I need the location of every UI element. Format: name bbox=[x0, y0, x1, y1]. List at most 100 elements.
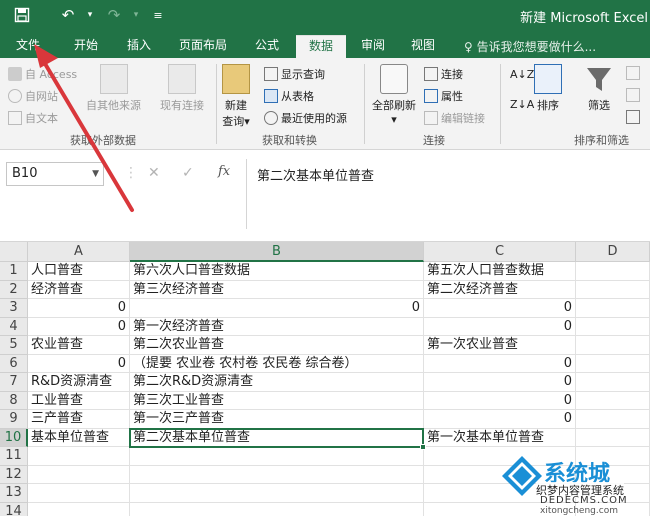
redo-icon[interactable]: ↷ bbox=[104, 5, 124, 25]
row-header[interactable]: 6 bbox=[0, 354, 28, 373]
table-cell[interactable]: 基本单位普查 bbox=[28, 428, 130, 447]
table-cell[interactable] bbox=[28, 465, 130, 484]
table-cell[interactable]: 经济普查 bbox=[28, 280, 130, 299]
table-cell[interactable]: 0 bbox=[424, 410, 576, 429]
row-header[interactable]: 5 bbox=[0, 336, 28, 355]
table-cell[interactable]: 人口普查 bbox=[28, 262, 130, 281]
save-icon[interactable] bbox=[12, 5, 32, 25]
table-cell[interactable] bbox=[576, 428, 650, 447]
formula-input[interactable]: 第二次基本单位普查 bbox=[246, 159, 650, 229]
tab-home[interactable]: 开始 bbox=[62, 35, 110, 58]
select-all-corner[interactable] bbox=[0, 242, 28, 262]
from-text-button[interactable]: 自文本 bbox=[8, 110, 58, 126]
row-header[interactable]: 13 bbox=[0, 484, 28, 503]
table-cell[interactable] bbox=[576, 280, 650, 299]
table-cell[interactable] bbox=[576, 410, 650, 429]
edit-links-button[interactable]: 编辑链接 bbox=[424, 110, 485, 126]
table-cell[interactable]: （提要 农业卷 农村卷 农民卷 综合卷） bbox=[130, 354, 424, 373]
new-query-button[interactable]: 新建 查询▾ bbox=[222, 64, 250, 129]
cancel-button[interactable]: ✕ bbox=[148, 165, 160, 181]
customize-toolbar-icon[interactable]: ≡ bbox=[148, 5, 168, 25]
table-cell[interactable]: 0 bbox=[28, 299, 130, 318]
table-cell[interactable] bbox=[28, 447, 130, 466]
table-cell[interactable] bbox=[28, 502, 130, 516]
connections-button[interactable]: 连接 bbox=[424, 66, 463, 82]
tab-file[interactable]: 文件 bbox=[6, 35, 50, 58]
table-cell[interactable] bbox=[28, 484, 130, 503]
tab-page-layout[interactable]: 页面布局 bbox=[168, 35, 238, 58]
tab-data[interactable]: 数据 bbox=[296, 35, 346, 58]
table-cell[interactable]: 第五次人口普查数据 bbox=[424, 262, 576, 281]
enter-button[interactable]: ✓ bbox=[182, 165, 194, 181]
tab-review[interactable]: 审阅 bbox=[352, 35, 394, 58]
clear-filter-icon[interactable] bbox=[626, 66, 643, 80]
table-cell[interactable]: 工业普查 bbox=[28, 391, 130, 410]
from-web-button[interactable]: 自网站 bbox=[8, 88, 58, 104]
from-table-button[interactable]: 从表格 bbox=[264, 88, 314, 104]
table-cell[interactable] bbox=[130, 484, 424, 503]
table-cell[interactable]: 农业普查 bbox=[28, 336, 130, 355]
table-cell[interactable]: 第二次基本单位普查 bbox=[130, 428, 424, 447]
table-cell[interactable]: 第六次人口普查数据 bbox=[130, 262, 424, 281]
properties-button[interactable]: 属性 bbox=[424, 88, 463, 104]
table-cell[interactable]: R&D资源清查 bbox=[28, 373, 130, 392]
table-cell[interactable]: 0 bbox=[424, 354, 576, 373]
table-cell[interactable]: 第一次经济普查 bbox=[130, 317, 424, 336]
table-cell[interactable]: 0 bbox=[28, 317, 130, 336]
insert-function-button[interactable]: fx bbox=[218, 164, 230, 179]
row-header[interactable]: 14 bbox=[0, 502, 28, 516]
table-cell[interactable] bbox=[576, 336, 650, 355]
table-cell[interactable] bbox=[576, 373, 650, 392]
refresh-all-button[interactable]: 全部刷新 ▾ bbox=[372, 64, 416, 126]
filter-button[interactable]: 筛选 bbox=[585, 64, 613, 113]
table-cell[interactable]: 0 bbox=[424, 373, 576, 392]
table-cell[interactable]: 第三次经济普查 bbox=[130, 280, 424, 299]
table-cell[interactable] bbox=[130, 447, 424, 466]
row-header[interactable]: 7 bbox=[0, 373, 28, 392]
row-header[interactable]: 1 bbox=[0, 262, 28, 281]
row-header[interactable]: 12 bbox=[0, 465, 28, 484]
table-cell[interactable]: 0 bbox=[28, 354, 130, 373]
table-cell[interactable]: 第三次工业普查 bbox=[130, 391, 424, 410]
table-cell[interactable]: 第一次基本单位普查 bbox=[424, 428, 576, 447]
column-header-d[interactable]: D bbox=[576, 242, 650, 262]
reapply-filter-icon[interactable] bbox=[626, 88, 643, 102]
name-box[interactable]: B10 ▼ bbox=[6, 162, 104, 186]
fill-handle[interactable] bbox=[420, 444, 426, 450]
advanced-filter-icon[interactable] bbox=[626, 110, 643, 124]
row-header[interactable]: 2 bbox=[0, 280, 28, 299]
recent-sources-button[interactable]: 最近使用的源 bbox=[264, 110, 347, 126]
table-cell[interactable]: 0 bbox=[424, 391, 576, 410]
table-cell[interactable]: 第一次三产普查 bbox=[130, 410, 424, 429]
table-cell[interactable]: 第二次农业普查 bbox=[130, 336, 424, 355]
column-header-a[interactable]: A bbox=[28, 242, 130, 262]
table-cell[interactable] bbox=[130, 465, 424, 484]
options-dots-icon[interactable]: ⋮ bbox=[124, 165, 138, 181]
table-cell[interactable]: 第一次农业普查 bbox=[424, 336, 576, 355]
row-header[interactable]: 11 bbox=[0, 447, 28, 466]
from-other-sources-button[interactable]: 自其他来源 bbox=[86, 64, 141, 113]
tab-formulas[interactable]: 公式 bbox=[244, 35, 290, 58]
existing-connections-button[interactable]: 现有连接 bbox=[160, 64, 204, 113]
row-header[interactable]: 10 bbox=[0, 428, 28, 447]
chevron-down-icon[interactable]: ▼ bbox=[92, 163, 99, 185]
row-header[interactable]: 8 bbox=[0, 391, 28, 410]
show-queries-button[interactable]: 显示查询 bbox=[264, 66, 325, 82]
row-header[interactable]: 3 bbox=[0, 299, 28, 318]
table-cell[interactable] bbox=[576, 317, 650, 336]
sort-descending-button[interactable]: Z↓A bbox=[510, 98, 534, 111]
table-cell[interactable] bbox=[576, 299, 650, 318]
table-cell[interactable]: 第二次经济普查 bbox=[424, 280, 576, 299]
redo-dropdown-icon[interactable]: ▾ bbox=[126, 5, 146, 25]
table-cell[interactable] bbox=[576, 262, 650, 281]
sort-ascending-button[interactable]: A↓Z bbox=[510, 68, 534, 81]
from-access-button[interactable]: 自 Access bbox=[8, 66, 77, 82]
table-cell[interactable]: 第二次R&D资源清查 bbox=[130, 373, 424, 392]
table-cell[interactable]: 三产普查 bbox=[28, 410, 130, 429]
table-cell[interactable] bbox=[576, 391, 650, 410]
table-cell[interactable] bbox=[130, 502, 424, 516]
table-cell[interactable]: 0 bbox=[424, 317, 576, 336]
tell-me-search[interactable]: ♀ 告诉我您想要做什么... bbox=[464, 38, 596, 55]
undo-dropdown-icon[interactable]: ▾ bbox=[80, 5, 100, 25]
table-cell[interactable] bbox=[576, 354, 650, 373]
